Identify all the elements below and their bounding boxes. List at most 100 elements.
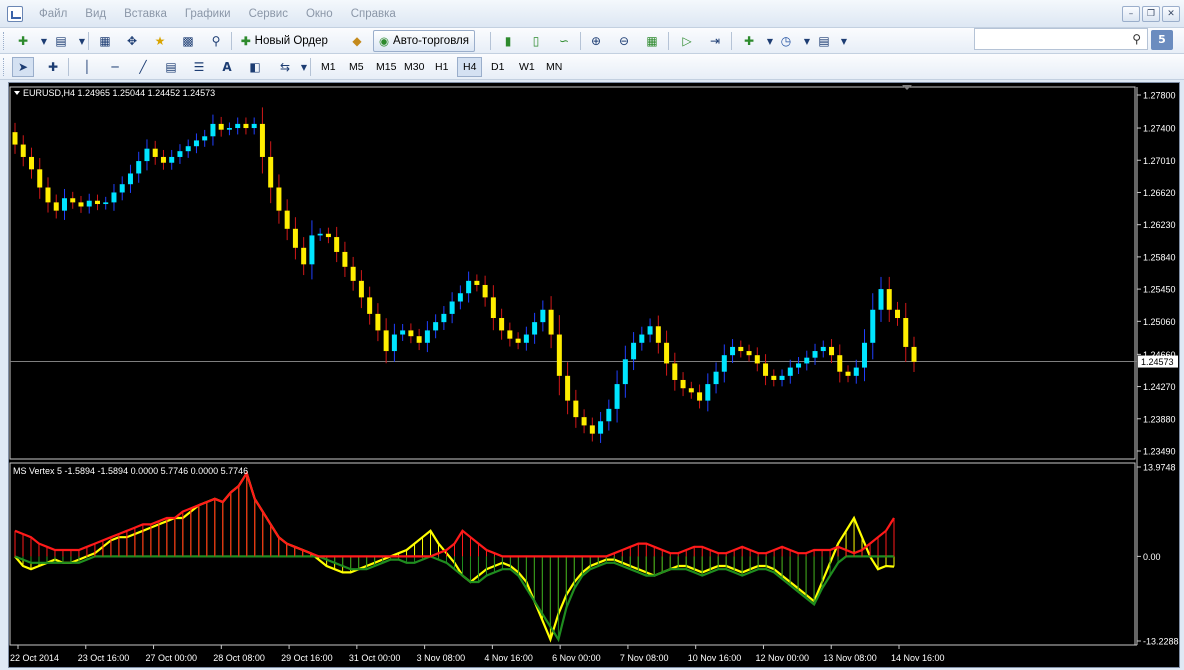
tile-windows-icon[interactable]: ▦: [641, 31, 663, 51]
candle-body: [433, 322, 439, 331]
candle-body: [45, 187, 51, 203]
new-chart-icon[interactable]: ✚: [12, 31, 34, 51]
candle-body: [251, 123, 257, 129]
menu-window[interactable]: Окно: [297, 8, 342, 20]
chart-shift-icon[interactable]: ⇥: [704, 31, 726, 51]
candle-body: [325, 233, 331, 238]
minimize-icon[interactable]: –: [1122, 6, 1140, 22]
time-tick-label: 31 Oct 00:00: [349, 653, 401, 663]
line-chart-icon[interactable]: ∽: [553, 31, 575, 51]
favorites-icon[interactable]: ★: [149, 31, 171, 51]
search-icon[interactable]: ⚲: [1132, 32, 1141, 46]
menu-file[interactable]: Файл: [30, 8, 76, 20]
price-tick-label: 1.26230: [1143, 220, 1176, 230]
menu-charts[interactable]: Графики: [176, 8, 240, 20]
time-tick-label: 7 Nov 08:00: [620, 653, 669, 663]
tester-icon[interactable]: ⚲: [205, 31, 227, 51]
indicators-icon[interactable]: ✚: [738, 31, 760, 51]
timeframe-m15[interactable]: M15: [371, 57, 401, 77]
candle-body: [763, 363, 769, 376]
horizontal-line-icon[interactable]: ─: [104, 57, 126, 77]
market-watch-icon[interactable]: ▦: [94, 31, 116, 51]
candle-body: [243, 123, 249, 129]
indicator-tick-label: 0.00: [1143, 552, 1161, 562]
autotrade-icon: ◉: [379, 36, 390, 48]
candle-body: [292, 228, 298, 248]
auto-scroll-icon[interactable]: ▷: [676, 31, 698, 51]
timeframe-mn[interactable]: MN: [541, 57, 567, 77]
menu-tools[interactable]: Сервис: [240, 8, 297, 20]
candle-body: [639, 334, 645, 343]
candle-body: [441, 313, 447, 323]
new-order-button[interactable]: ✚ Новый Ордер: [236, 30, 333, 52]
candle-body: [490, 297, 496, 319]
price-tick-label: 1.26620: [1143, 188, 1176, 198]
templates-icon[interactable]: ▤: [813, 31, 835, 51]
candle-body: [210, 123, 216, 137]
zoom-in-icon[interactable]: ⊕: [585, 31, 607, 51]
search-input[interactable]: ⚲: [974, 28, 1148, 50]
candle-body: [218, 123, 224, 130]
timeframe-w1[interactable]: W1: [514, 57, 540, 77]
candle-body: [37, 169, 43, 188]
candle-body: [284, 210, 290, 229]
menu-insert[interactable]: Вставка: [115, 8, 176, 20]
candle-body: [515, 338, 521, 343]
candle-body: [672, 363, 678, 380]
timeframe-d1[interactable]: D1: [486, 57, 509, 77]
close-icon[interactable]: ✕: [1162, 6, 1180, 22]
terminal-icon[interactable]: ▩: [177, 31, 199, 51]
crosshair-icon[interactable]: ✚: [42, 57, 64, 77]
timeframe-m5[interactable]: M5: [344, 57, 369, 77]
indicator-line: [14, 470, 895, 558]
chart-menu-icon: [14, 91, 20, 95]
profiles-icon[interactable]: ▤: [50, 31, 72, 51]
navigator-icon[interactable]: ✥: [121, 31, 143, 51]
candle-body: [152, 148, 158, 157]
bar-chart-icon[interactable]: ▮: [497, 31, 519, 51]
candle-body: [424, 330, 430, 343]
fibonacci-icon[interactable]: ☰: [188, 57, 210, 77]
candle-body: [523, 334, 529, 343]
price-chart[interactable]: 1.27800 1.27400 1.27010 1.26620 1.26230 1.258…: [9, 83, 1179, 667]
candle-body: [870, 309, 876, 343]
arrows-icon[interactable]: ⇆: [274, 57, 296, 77]
periods-icon[interactable]: ◷: [775, 31, 797, 51]
text-icon[interactable]: A: [216, 57, 238, 77]
menu-help[interactable]: Справка: [342, 8, 405, 20]
indicator-tick-label: 13.9748: [1143, 463, 1176, 473]
candlestick-icon[interactable]: ▯: [525, 31, 547, 51]
candle-body: [779, 375, 785, 380]
toolbar-grip: [3, 32, 6, 50]
cursor-icon[interactable]: ➤: [12, 57, 34, 77]
chevron-down-icon[interactable]: ▼: [834, 31, 854, 51]
menu-view[interactable]: Вид: [76, 8, 115, 20]
candle-body: [226, 128, 232, 130]
price-tick-label: 1.25450: [1143, 285, 1176, 295]
timeframe-h1[interactable]: H1: [430, 57, 453, 77]
candle-body: [746, 351, 752, 356]
candle-body: [350, 266, 356, 281]
zoom-out-icon[interactable]: ⊖: [613, 31, 635, 51]
notification-badge[interactable]: 5: [1151, 30, 1173, 50]
chevron-down-icon[interactable]: ▼: [72, 31, 92, 51]
equidistant-channel-icon[interactable]: ▤: [160, 57, 182, 77]
timeframe-m30[interactable]: M30: [399, 57, 429, 77]
chart-window[interactable]: 1.27800 1.27400 1.27010 1.26620 1.26230 1.258…: [8, 82, 1180, 668]
trendline-icon[interactable]: ╱: [132, 57, 154, 77]
timeframe-m1[interactable]: M1: [316, 57, 341, 77]
chevron-down-icon[interactable]: ▼: [294, 57, 314, 77]
vertical-line-icon[interactable]: │: [76, 57, 98, 77]
candle-body: [606, 408, 612, 422]
timeframe-h4[interactable]: H4: [457, 57, 483, 77]
restore-icon[interactable]: ❐: [1142, 6, 1160, 22]
metaeditor-icon[interactable]: ◆: [346, 31, 368, 51]
indicator-line: [14, 555, 894, 643]
current-price-label: 1.24573: [1141, 357, 1174, 367]
candle-body: [317, 233, 323, 236]
time-tick-label: 10 Nov 16:00: [688, 653, 742, 663]
candle-body: [276, 187, 282, 211]
autotrade-button[interactable]: ◉ Авто-торговля: [373, 30, 475, 52]
main-menu: Файл Вид Вставка Графики Сервис Окно Спр…: [30, 0, 405, 28]
text-label-icon[interactable]: ◧: [244, 57, 266, 77]
